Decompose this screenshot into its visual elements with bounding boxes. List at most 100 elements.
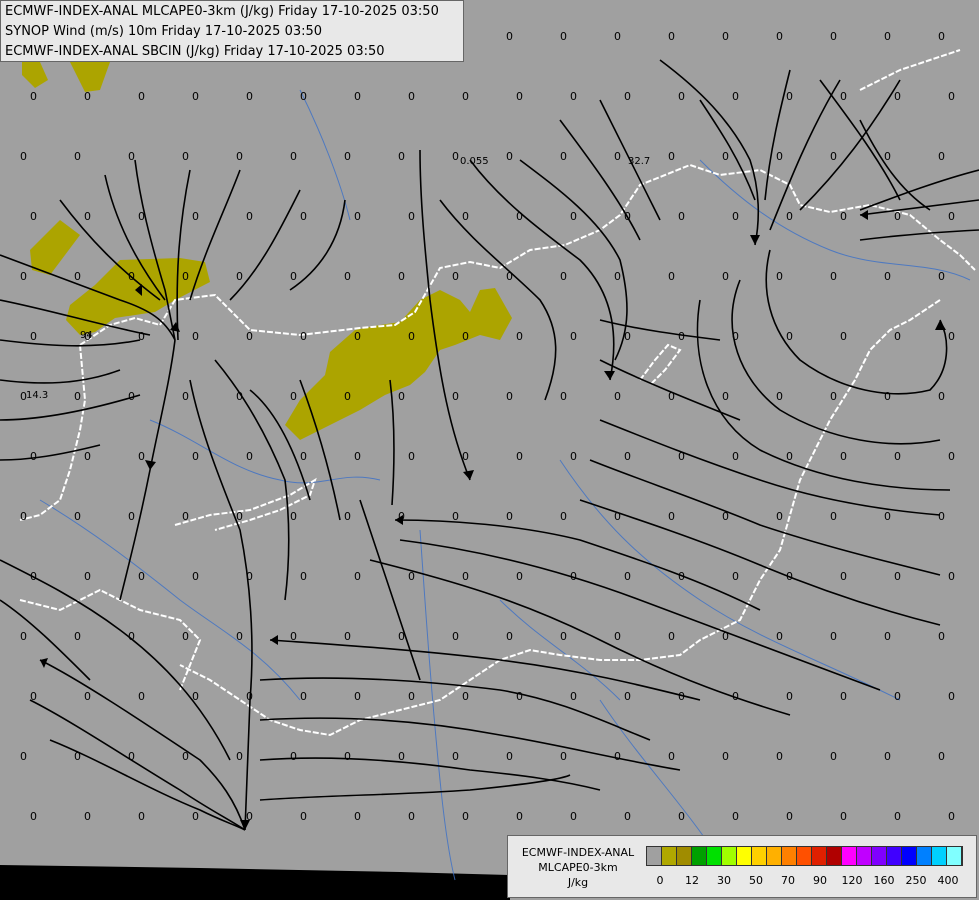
station-value: 0	[290, 150, 297, 163]
color-legend: ECMWF-INDEX-ANAL MLCAPE0-3km J/kg 0 12 30 5…	[507, 835, 977, 898]
station-value: 0	[182, 270, 189, 283]
station-value: 0	[948, 450, 955, 463]
station-value: 0	[678, 330, 685, 343]
station-value: 0	[236, 270, 243, 283]
station-value: 0	[408, 450, 415, 463]
station-value: 0	[452, 390, 459, 403]
station-value: 0	[236, 630, 243, 643]
station-value: 0	[624, 330, 631, 343]
station-value: 0	[732, 450, 739, 463]
legend-swatch	[947, 847, 962, 865]
station-value: 0	[30, 810, 37, 823]
legend-swatch	[797, 847, 812, 865]
station-value: 0	[20, 750, 27, 763]
legend-tick-label: 120	[841, 874, 863, 887]
station-value: 0	[830, 750, 837, 763]
station-value: 0	[462, 210, 469, 223]
station-value: 0	[830, 150, 837, 163]
station-value: 0	[516, 570, 523, 583]
station-value: 0	[938, 750, 945, 763]
legend-tick-label: 0	[656, 874, 664, 887]
station-value: 0	[246, 210, 253, 223]
station-value: 0	[884, 150, 891, 163]
legend-unit: J/kg	[567, 876, 589, 889]
legend-swatch	[662, 847, 677, 865]
station-value: 0	[938, 510, 945, 523]
station-value: 0	[624, 570, 631, 583]
station-value: 0	[840, 450, 847, 463]
station-value: 0	[948, 210, 955, 223]
station-value: 0	[560, 750, 567, 763]
station-value: 0	[624, 210, 631, 223]
station-value: 0	[128, 150, 135, 163]
station-value: 0	[354, 330, 361, 343]
station-value: 0	[830, 510, 837, 523]
legend-ticks: 0 12 30 50 70 90 120 160 250 400	[646, 874, 976, 888]
station-value: 0	[128, 270, 135, 283]
station-value: 0	[344, 390, 351, 403]
station-value: 0	[300, 570, 307, 583]
station-value: 0	[462, 90, 469, 103]
station-value: 0	[786, 450, 793, 463]
station-value: 0	[462, 690, 469, 703]
station-value: 0	[192, 450, 199, 463]
station-value: 0	[74, 270, 81, 283]
legend-swatch	[812, 847, 827, 865]
title-line-wind: SYNOP Wind (m/s) 10m Friday 17-10-2025 0…	[5, 24, 323, 39]
station-value: 0	[354, 90, 361, 103]
station-value: 0	[344, 270, 351, 283]
station-value: 0	[246, 690, 253, 703]
station-value: 0	[398, 150, 405, 163]
station-value: 0	[668, 390, 675, 403]
legend-swatch	[857, 847, 872, 865]
weather-map: 0 0 0 0 0 0 0 0 0 0 0 0 0 0 0 0 0 0 0 0 0 0 0 0 0 0 0 0 0 0 0 0 0 0 0 0 0 0 0 0…	[0, 0, 979, 900]
station-value: 0	[246, 330, 253, 343]
legend-tick-label: 160	[873, 874, 895, 887]
station-value: 0	[786, 810, 793, 823]
station-value: 0	[74, 150, 81, 163]
station-value: 0	[732, 810, 739, 823]
station-value: 0	[354, 570, 361, 583]
station-value: 0	[452, 630, 459, 643]
station-value: 0	[948, 90, 955, 103]
station-value: 0	[894, 810, 901, 823]
station-value: 0	[786, 90, 793, 103]
station-value: 0	[506, 150, 513, 163]
station-value: 0	[506, 390, 513, 403]
station-value: 0	[398, 390, 405, 403]
legend-swatch	[692, 847, 707, 865]
station-value: 0	[624, 810, 631, 823]
legend-swatch	[842, 847, 857, 865]
station-value: 0	[570, 810, 577, 823]
legend-tick-label: 250	[905, 874, 927, 887]
station-value: 0	[948, 570, 955, 583]
station-value: 0	[614, 750, 621, 763]
station-value: 0	[300, 690, 307, 703]
station-value: 0	[452, 150, 459, 163]
station-value: 0	[570, 450, 577, 463]
station-value: 0	[506, 270, 513, 283]
station-value: 0	[462, 810, 469, 823]
legend-swatches	[646, 846, 963, 866]
station-value: 0	[668, 150, 675, 163]
legend-tick-label: 70	[781, 874, 795, 887]
station-value: 0	[246, 570, 253, 583]
station-value: 0	[560, 30, 567, 43]
station-value: 0	[614, 150, 621, 163]
legend-tick-label: 12	[685, 874, 699, 887]
station-value: 0	[678, 810, 685, 823]
station-value: 0	[84, 90, 91, 103]
legend-tick-label: 400	[937, 874, 959, 887]
station-value: 0	[236, 390, 243, 403]
station-value: 0	[74, 750, 81, 763]
station-value: 0	[398, 750, 405, 763]
station-value: 0	[74, 390, 81, 403]
station-value: 0	[138, 90, 145, 103]
station-value-labelled: 0.055	[460, 156, 489, 167]
station-value: 0	[74, 630, 81, 643]
station-value: 0	[462, 330, 469, 343]
station-value: 0	[840, 90, 847, 103]
station-value: 0	[938, 30, 945, 43]
station-value: 0	[398, 510, 405, 523]
legend-swatch	[827, 847, 842, 865]
